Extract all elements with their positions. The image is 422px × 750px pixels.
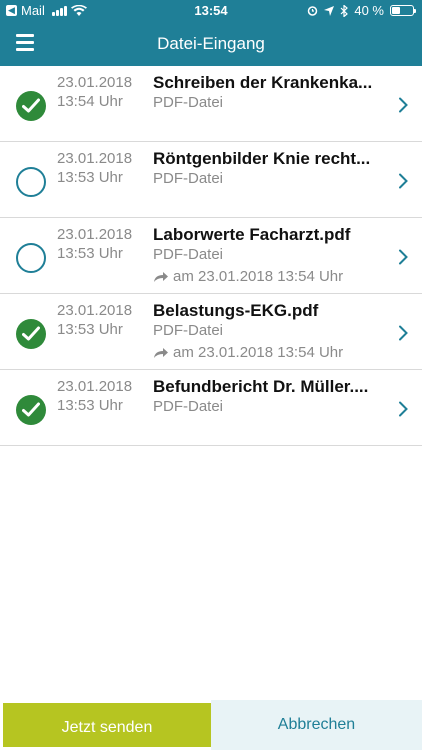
alarm-icon — [308, 6, 318, 16]
bottom-action-bar: Jetzt senden Abbrechen — [0, 700, 422, 750]
file-type: PDF-Datei — [153, 322, 224, 339]
file-list: 23.01.2018 13:54 Uhr Schreiben der Kranken… — [0, 66, 422, 446]
chevron-right-icon[interactable] — [398, 173, 408, 194]
file-time: 13:53 Uhr — [57, 321, 123, 338]
forwarded-info: am 23.01.2018 13:54 Uhr — [153, 344, 343, 361]
file-name: Befundbericht Dr. Müller.... — [153, 377, 369, 396]
file-date: 23.01.2018 — [57, 378, 133, 395]
page-title: Datei-Eingang — [157, 34, 265, 53]
checked-circle-icon[interactable] — [16, 395, 46, 425]
unchecked-circle-icon[interactable] — [16, 167, 46, 197]
file-time: 13:53 Uhr — [57, 397, 123, 414]
forwarded-date: am 23.01.2018 13:54 Uhr — [173, 344, 344, 361]
list-item[interactable]: 23.01.2018 13:53 Uhr Röntgenbilder Knie re… — [0, 142, 422, 218]
file-time: 13:54 Uhr — [57, 93, 123, 110]
checked-circle-icon[interactable] — [16, 319, 46, 349]
battery-tip — [414, 9, 416, 13]
status-right: 40 % — [307, 3, 416, 18]
file-name: Belastungs-EKG.pdf — [153, 301, 319, 320]
list-item[interactable]: 23.01.2018 13:53 Uhr Befundbericht Dr. Mül… — [0, 370, 422, 446]
list-item[interactable]: 23.01.2018 13:53 Uhr Belastungs-EKG.pdf PDF… — [0, 294, 422, 370]
file-type: PDF-Datei — [153, 170, 224, 187]
file-name: Laborwerte Facharzt.pdf — [153, 225, 351, 244]
cancel-button[interactable]: Abbrechen — [211, 700, 422, 750]
list-item[interactable]: 23.01.2018 13:54 Uhr Schreiben der Kranken… — [0, 66, 422, 142]
checked-circle-icon[interactable] — [16, 91, 46, 121]
file-date: 23.01.2018 — [57, 150, 133, 167]
send-now-button[interactable]: Jetzt senden — [0, 700, 211, 750]
forwarded-info: am 23.01.2018 13:54 Uhr — [153, 268, 343, 285]
file-date: 23.01.2018 — [57, 302, 133, 319]
chevron-right-icon[interactable] — [398, 401, 408, 422]
chevron-right-icon[interactable] — [398, 97, 408, 118]
chevron-right-icon[interactable] — [398, 249, 408, 270]
file-date: 23.01.2018 — [57, 74, 133, 91]
file-date: 23.01.2018 — [57, 226, 133, 243]
location-icon — [324, 5, 335, 16]
file-name: Röntgenbilder Knie recht... — [153, 149, 371, 168]
unchecked-circle-icon[interactable] — [16, 243, 46, 273]
forward-arrow-icon — [154, 271, 168, 282]
forwarded-date: am 23.01.2018 13:54 Uhr — [173, 268, 344, 285]
bluetooth-icon — [340, 4, 349, 17]
battery-icon — [390, 5, 416, 16]
status-bar: ◀ Mail 13:54 40 % — [0, 0, 422, 22]
nav-bar: Datei-Eingang — [0, 22, 422, 66]
chevron-right-icon[interactable] — [398, 325, 408, 346]
file-time: 13:53 Uhr — [57, 169, 123, 186]
file-time: 13:53 Uhr — [57, 245, 123, 262]
file-name: Schreiben der Krankenka... — [153, 73, 373, 92]
file-type: PDF-Datei — [153, 246, 224, 263]
file-type: PDF-Datei — [153, 94, 224, 111]
forward-arrow-icon — [154, 347, 168, 358]
battery-label: 40 % — [354, 3, 384, 18]
list-item[interactable]: 23.01.2018 13:53 Uhr Laborwerte Facharzt.p… — [0, 218, 422, 294]
file-type: PDF-Datei — [153, 398, 224, 415]
battery-fill — [392, 7, 400, 14]
